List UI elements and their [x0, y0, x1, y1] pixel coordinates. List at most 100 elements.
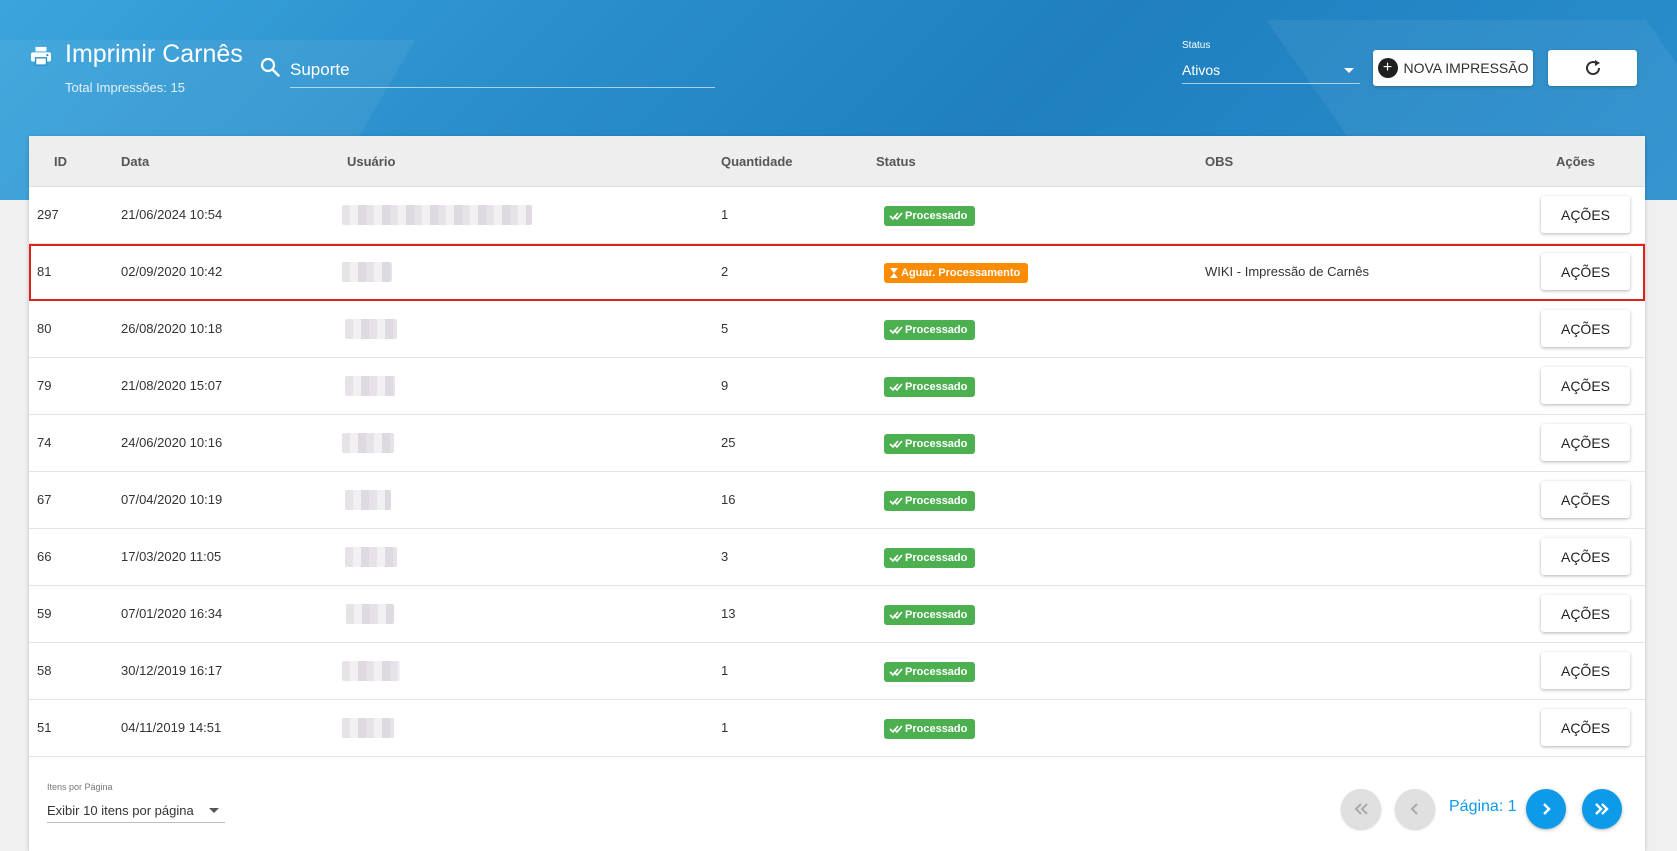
status-badge: Processado	[884, 320, 976, 340]
row-actions-button[interactable]: AÇÕES	[1541, 310, 1630, 347]
status-badge-label: Processado	[905, 324, 968, 336]
double-check-icon	[889, 668, 903, 677]
cell-id: 80	[37, 321, 52, 336]
table-header: ID Data Usuário Quantidade Status OBS Aç…	[29, 136, 1645, 187]
column-header-obs[interactable]: OBS	[1205, 154, 1233, 169]
row-actions-button[interactable]: AÇÕES	[1541, 709, 1630, 746]
redacted-user	[345, 319, 397, 339]
row-actions-button[interactable]: AÇÕES	[1541, 538, 1630, 575]
chevron-down-icon	[209, 808, 219, 813]
table-row[interactable]: 59 07/01/2020 16:34 13 Processado AÇÕES	[29, 586, 1645, 643]
per-page-select[interactable]: Exibir 10 itens por página	[47, 797, 225, 823]
row-actions-button[interactable]: AÇÕES	[1541, 424, 1630, 461]
table-row[interactable]: 297 21/06/2024 10:54 1 Processado AÇÕES	[29, 187, 1645, 244]
double-check-icon	[889, 326, 903, 335]
cell-id: 81	[37, 264, 52, 279]
page-title: Imprimir Carnês	[65, 40, 243, 68]
status-badge: Processado	[884, 605, 976, 625]
double-chevron-right-icon	[1595, 803, 1609, 815]
cell-id: 67	[37, 492, 52, 507]
redacted-user	[342, 718, 394, 738]
row-actions-button[interactable]: AÇÕES	[1541, 595, 1630, 632]
redacted-user	[345, 547, 397, 567]
redacted-user	[345, 490, 391, 510]
cell-quantity: 3	[721, 549, 729, 564]
cell-id: 59	[37, 606, 52, 621]
cell-id: 66	[37, 549, 52, 564]
status-badge-label: Processado	[905, 723, 968, 735]
row-actions-button[interactable]: AÇÕES	[1541, 652, 1630, 689]
cell-quantity: 25	[721, 435, 736, 450]
column-header-status[interactable]: Status	[876, 154, 916, 169]
total-prints-count: Total Impressões: 15	[65, 80, 185, 95]
column-header-quantidade[interactable]: Quantidade	[721, 154, 793, 169]
cell-date: 02/09/2020 10:42	[121, 264, 223, 279]
cell-date: 30/12/2019 16:17	[121, 663, 223, 678]
cell-obs: WIKI - Impressão de Carnês	[1205, 264, 1369, 279]
first-page-button[interactable]	[1341, 789, 1381, 829]
cell-id: 74	[37, 435, 52, 450]
new-print-button-label: NOVA IMPRESSÃO	[1403, 60, 1529, 76]
table-row[interactable]: 80 26/08/2020 10:18 5 Processado AÇÕES	[29, 301, 1645, 358]
double-check-icon	[889, 383, 903, 392]
row-actions-button[interactable]: AÇÕES	[1541, 253, 1630, 290]
previous-page-button[interactable]	[1395, 789, 1435, 829]
status-badge-label: Processado	[905, 438, 968, 450]
double-chevron-left-icon	[1354, 803, 1368, 815]
double-check-icon	[889, 554, 903, 563]
status-filter-value: Ativos	[1182, 62, 1221, 78]
status-badge-label: Processado	[905, 381, 968, 393]
chevron-right-icon	[1543, 803, 1551, 815]
status-badge-label: Aguar. Processamento	[901, 267, 1021, 279]
cell-quantity: 5	[721, 321, 729, 336]
double-check-icon	[889, 497, 903, 506]
table-row[interactable]: 74 24/06/2020 10:16 25 Processado AÇÕES	[29, 415, 1645, 472]
double-check-icon	[889, 725, 903, 734]
next-page-button[interactable]	[1526, 789, 1566, 829]
status-filter-label: Status	[1182, 40, 1211, 51]
cell-quantity: 2	[721, 264, 729, 279]
table-row[interactable]: 58 30/12/2019 16:17 1 Processado AÇÕES	[29, 643, 1645, 700]
redacted-user	[342, 205, 532, 225]
last-page-button[interactable]	[1582, 789, 1622, 829]
cell-quantity: 16	[721, 492, 736, 507]
refresh-button[interactable]	[1548, 50, 1637, 86]
status-badge-label: Processado	[905, 552, 968, 564]
double-check-icon	[889, 611, 903, 620]
chevron-down-icon	[1344, 68, 1354, 73]
table-row[interactable]: 66 17/03/2020 11:05 3 Processado AÇÕES	[29, 529, 1645, 586]
new-print-button[interactable]: + NOVA IMPRESSÃO	[1373, 50, 1533, 86]
cell-id: 297	[37, 207, 59, 222]
cell-quantity: 9	[721, 378, 729, 393]
redacted-user	[342, 262, 392, 282]
cell-id: 58	[37, 663, 52, 678]
hourglass-icon	[890, 268, 898, 278]
status-badge: Processado	[884, 491, 976, 511]
status-badge-label: Processado	[905, 210, 968, 222]
row-actions-button[interactable]: AÇÕES	[1541, 196, 1630, 233]
redacted-user	[342, 661, 400, 681]
cell-quantity: 1	[721, 663, 729, 678]
column-header-data[interactable]: Data	[121, 154, 149, 169]
cell-date: 21/06/2024 10:54	[121, 207, 223, 222]
double-check-icon	[889, 212, 903, 221]
printer-icon	[31, 46, 51, 66]
status-badge: Processado	[884, 434, 976, 454]
prints-table-card: ID Data Usuário Quantidade Status OBS Aç…	[29, 136, 1645, 851]
row-actions-button[interactable]: AÇÕES	[1541, 481, 1630, 518]
table-row[interactable]: 51 04/11/2019 14:51 1 Processado AÇÕES	[29, 700, 1645, 757]
search-input[interactable]	[290, 52, 715, 88]
row-actions-button[interactable]: AÇÕES	[1541, 367, 1630, 404]
per-page-value: Exibir 10 itens por página	[47, 803, 194, 818]
table-row[interactable]: 79 21/08/2020 15:07 9 Processado AÇÕES	[29, 358, 1645, 415]
status-filter-select[interactable]: Ativos	[1182, 56, 1360, 84]
redacted-user	[345, 376, 395, 396]
cell-date: 04/11/2019 14:51	[121, 720, 222, 735]
column-header-id[interactable]: ID	[54, 154, 67, 169]
column-header-usuario[interactable]: Usuário	[347, 154, 395, 169]
status-badge-label: Processado	[905, 495, 968, 507]
table-row[interactable]: 67 07/04/2020 10:19 16 Processado AÇÕES	[29, 472, 1645, 529]
table-row[interactable]: 81 02/09/2020 10:42 2 Aguar. Processamento W…	[29, 244, 1645, 301]
cell-date: 26/08/2020 10:18	[121, 321, 223, 336]
cell-date: 17/03/2020 11:05	[121, 549, 222, 564]
